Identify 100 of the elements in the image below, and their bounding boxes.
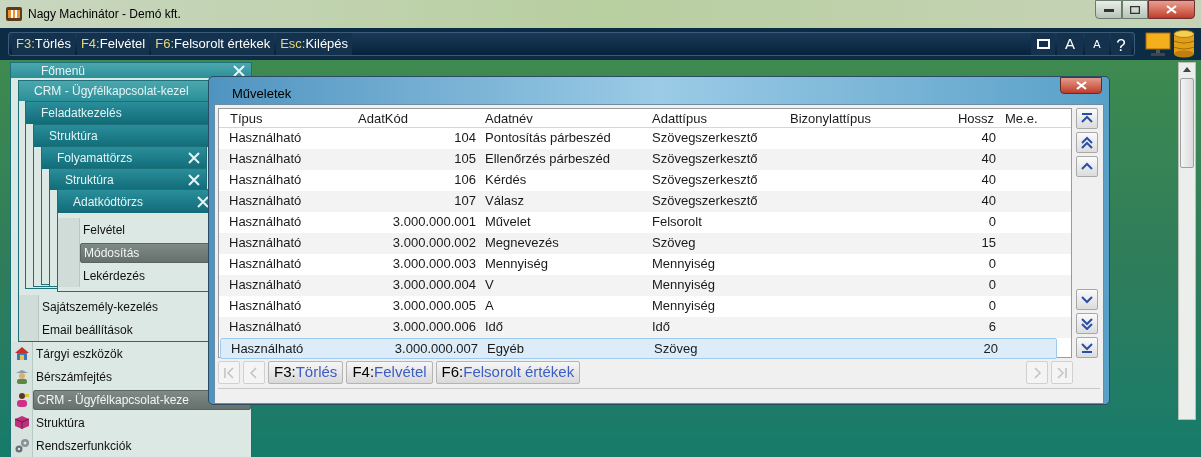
table-cell-text: Szöveg xyxy=(654,339,699,358)
page-up-button[interactable] xyxy=(1076,131,1098,153)
window-icon xyxy=(1036,39,1050,49)
table-row[interactable]: Használható 3.000.000.006 Idő Idő 6 xyxy=(219,316,1071,338)
window-mode-button[interactable] xyxy=(1031,33,1055,55)
table-row[interactable]: Használható 105 Ellenőrzés párbeszéd Szövegszerkesztő 40 xyxy=(219,148,1071,170)
database-icon[interactable] xyxy=(1173,30,1195,58)
close-icon xyxy=(1166,5,1177,14)
shortcut-button[interactable]: F6:Felsorolt értékek xyxy=(151,33,275,55)
column-header[interactable]: Típus xyxy=(219,108,354,128)
table-cell-text: Szövegszerkesztő xyxy=(652,150,759,169)
column-header[interactable]: Hossz xyxy=(945,108,1005,128)
panel-title: Struktúra xyxy=(65,171,114,189)
table-cell-text: Szöveg xyxy=(652,234,697,253)
table-row[interactable]: Használható 3.000.000.002 Megnevezés Szöveg 15 xyxy=(219,232,1071,254)
close-button[interactable] xyxy=(1148,0,1195,19)
table-cell-text: 3.000.000.003 xyxy=(391,255,477,274)
font-smaller-button[interactable]: A xyxy=(1085,33,1109,55)
close-icon[interactable] xyxy=(197,195,209,208)
font-larger-button[interactable]: A xyxy=(1057,33,1083,55)
table-cell-text: 3.000.000.007 xyxy=(393,339,479,358)
column-header[interactable]: Adatnév xyxy=(485,108,652,128)
table-cell-text: 40 xyxy=(980,129,997,148)
maximize-button[interactable] xyxy=(1122,0,1148,19)
table-cell-text: 20 xyxy=(982,339,999,358)
first-page-icon xyxy=(224,366,234,379)
table-cell-text: 3.000.000.005 xyxy=(391,297,477,316)
panel-title: Feladatkezelés xyxy=(41,105,122,122)
table-cell-text: Mennyiség xyxy=(652,297,716,316)
table-cell-text: 40 xyxy=(980,171,997,190)
table-cell-text: V xyxy=(485,276,495,295)
chevron-bar-down-icon xyxy=(1080,340,1094,354)
function-key-button[interactable]: F3:Törlés xyxy=(268,361,344,384)
table-cell-text: 3.000.000.006 xyxy=(391,318,477,337)
panel-header[interactable]: Folyamattörzs xyxy=(42,147,206,169)
minimize-button[interactable] xyxy=(1095,0,1122,19)
table-cell-text: Használható xyxy=(228,318,303,337)
scroll-first-button[interactable] xyxy=(1076,107,1098,129)
shortcut-button[interactable]: F3:Törlés xyxy=(12,33,75,55)
table-cell-text: Használható xyxy=(228,150,303,169)
table-cell-text: Használható xyxy=(228,255,303,274)
table-cell-text: 0 xyxy=(987,297,997,316)
table-cell-text: Használható xyxy=(228,129,303,148)
close-icon xyxy=(1075,81,1087,90)
panel-title: Struktúra xyxy=(49,128,98,145)
double-chevron-up-icon xyxy=(1080,135,1094,149)
table-cell-text: Mennyiség xyxy=(652,255,716,274)
table-cell-text: Mennyiség xyxy=(652,276,716,295)
table-cell-text: Használható xyxy=(228,234,303,253)
table-cell-text: 0 xyxy=(987,276,997,295)
bar-chevron-up-icon xyxy=(1080,111,1094,125)
column-header[interactable]: Bizonylattípus xyxy=(790,108,945,128)
chevron-right-icon xyxy=(1032,366,1042,379)
close-icon[interactable] xyxy=(233,64,245,77)
scroll-down-button[interactable] xyxy=(1076,288,1098,310)
shortcut-button[interactable]: F4:Felvétel xyxy=(76,33,150,55)
scrollbar[interactable] xyxy=(1178,62,1196,420)
scroll-up-button[interactable] xyxy=(1076,155,1098,177)
monitor-icon[interactable] xyxy=(1145,31,1171,57)
table-cell-text: 3.000.000.004 xyxy=(391,276,477,295)
page-down-button[interactable] xyxy=(1076,312,1098,334)
menu-item[interactable]: Rendszerfunkciók xyxy=(33,435,251,456)
close-icon[interactable] xyxy=(188,152,200,164)
menu-item[interactable]: Struktúra xyxy=(33,412,251,433)
window-title: Nagy Machinátor - Demó kft. xyxy=(28,6,181,23)
chevron-left-icon xyxy=(249,366,259,379)
table-cell-text: 3.000.000.001 xyxy=(391,213,477,232)
table-row[interactable]: Használható 3.000.000.007 Egyéb Szöveg 20 xyxy=(220,337,1057,359)
scroll-last-button[interactable] xyxy=(1076,336,1098,358)
table-cell-text: 6 xyxy=(987,318,997,337)
maximize-icon xyxy=(1130,5,1140,14)
table-cell-text: 107 xyxy=(453,192,477,211)
table-row[interactable]: Használható 3.000.000.004 V Mennyiség 0 xyxy=(219,274,1071,296)
table-row[interactable]: Használható 107 Válasz Szövegszerkesztő 40 xyxy=(219,190,1071,212)
double-chevron-down-icon xyxy=(1080,316,1094,330)
table-cell-text: 105 xyxy=(453,150,477,169)
close-icon[interactable] xyxy=(188,173,200,186)
table-cell-text: Idő xyxy=(652,318,672,337)
scroll-up-icon xyxy=(1183,67,1191,72)
house-icon xyxy=(13,346,30,361)
scrollbar-thumb[interactable] xyxy=(1180,78,1194,168)
shortcut-button[interactable]: Esc:Kilépés xyxy=(276,33,353,55)
table-cell-text: Használható xyxy=(228,192,303,211)
function-key-button[interactable]: F6:Felsorolt értékek xyxy=(435,361,581,384)
panel-title: Folyamattörzs xyxy=(57,150,133,167)
table-cell-text: Kérdés xyxy=(485,171,528,190)
menu-gutter xyxy=(58,218,80,287)
help-button[interactable]: ? xyxy=(1111,33,1131,55)
table-cell-text: 3.000.000.002 xyxy=(391,234,477,253)
table-cell-text: Művelet xyxy=(485,213,532,232)
panel-header[interactable]: Struktúra xyxy=(50,169,206,190)
function-key-button[interactable]: F4:Felvétel xyxy=(346,361,433,384)
table-cell-text: A xyxy=(485,297,495,316)
column-header[interactable]: AdatKód xyxy=(354,108,485,128)
minimize-icon xyxy=(1103,7,1114,12)
column-header[interactable]: Me.e. xyxy=(1005,108,1071,128)
close-button[interactable] xyxy=(1060,77,1102,94)
table-cell-text: 15 xyxy=(980,234,997,253)
column-header[interactable]: Adattípus xyxy=(652,108,790,128)
table-cell-text: 0 xyxy=(987,255,997,274)
